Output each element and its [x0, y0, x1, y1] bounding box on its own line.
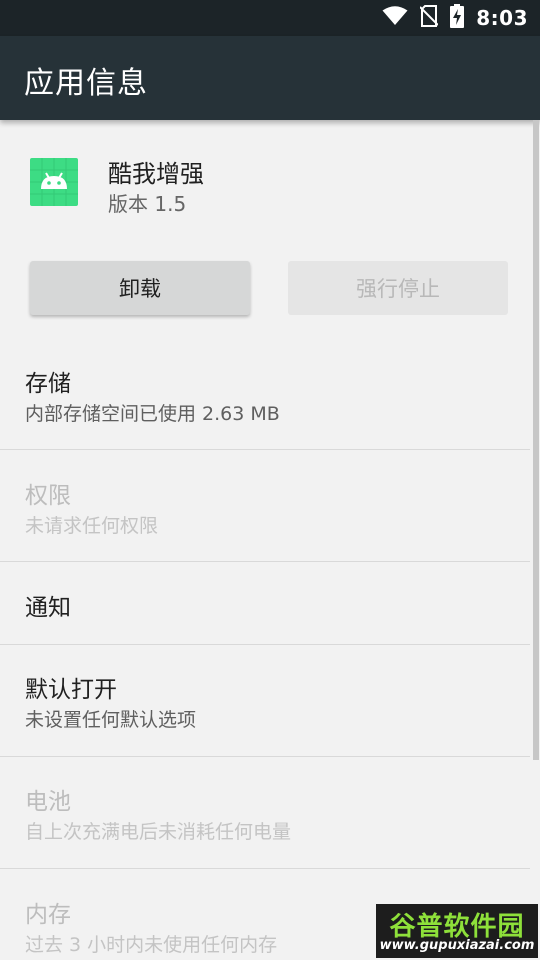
app-version: 版本 1.5: [108, 192, 187, 216]
settings-row-storage[interactable]: 存储 内部存储空间已使用 2.63 MB: [0, 342, 530, 450]
row-subtitle: 过去 3 小时内未使用任何内存: [25, 934, 278, 956]
row-title: 默认打开: [25, 677, 117, 703]
battery-charging-icon: [450, 4, 465, 32]
watermark-logo: 谷普软件园 www.gupuxiazai.com: [376, 904, 538, 958]
row-title: 电池: [25, 789, 71, 815]
wifi-icon: [382, 6, 408, 30]
row-title: 通知: [25, 595, 71, 621]
settings-row-notifications[interactable]: 通知: [0, 562, 530, 644]
settings-row-battery[interactable]: 电池 自上次充满电后未消耗任何电量: [0, 757, 530, 869]
status-clock: 8:03: [476, 6, 528, 30]
page-title: 应用信息: [24, 66, 148, 101]
settings-row-open-by-default[interactable]: 默认打开 未设置任何默认选项: [0, 645, 530, 756]
app-header: 酷我增强 版本 1.5: [0, 120, 540, 240]
row-title: 存储: [25, 371, 71, 397]
row-subtitle: 自上次充满电后未消耗任何电量: [25, 821, 292, 843]
app-name: 酷我增强: [108, 160, 204, 188]
scrollbar[interactable]: [533, 120, 539, 760]
settings-row-permissions[interactable]: 权限 未请求任何权限: [0, 450, 530, 562]
row-subtitle: 内部存储空间已使用 2.63 MB: [25, 403, 280, 425]
row-subtitle: 未设置任何默认选项: [25, 709, 197, 731]
no-sim-icon: [419, 5, 439, 31]
uninstall-button[interactable]: 卸载: [30, 261, 250, 315]
row-title: 权限: [25, 483, 71, 509]
row-title: 内存: [25, 902, 71, 928]
row-subtitle: 未请求任何权限: [25, 515, 159, 537]
status-bar: 8:03: [0, 0, 540, 36]
watermark-url: www.gupuxiazai.com: [379, 938, 535, 953]
status-icons: 8:03: [382, 0, 528, 36]
force-stop-button[interactable]: 强行停止: [288, 261, 508, 315]
android-icon: [30, 158, 78, 206]
app-info-content: 酷我增强 版本 1.5 卸载 强行停止 存储 内部存储空间已使用 2.63 MB…: [0, 120, 540, 960]
app-bar: 应用信息: [0, 36, 540, 120]
